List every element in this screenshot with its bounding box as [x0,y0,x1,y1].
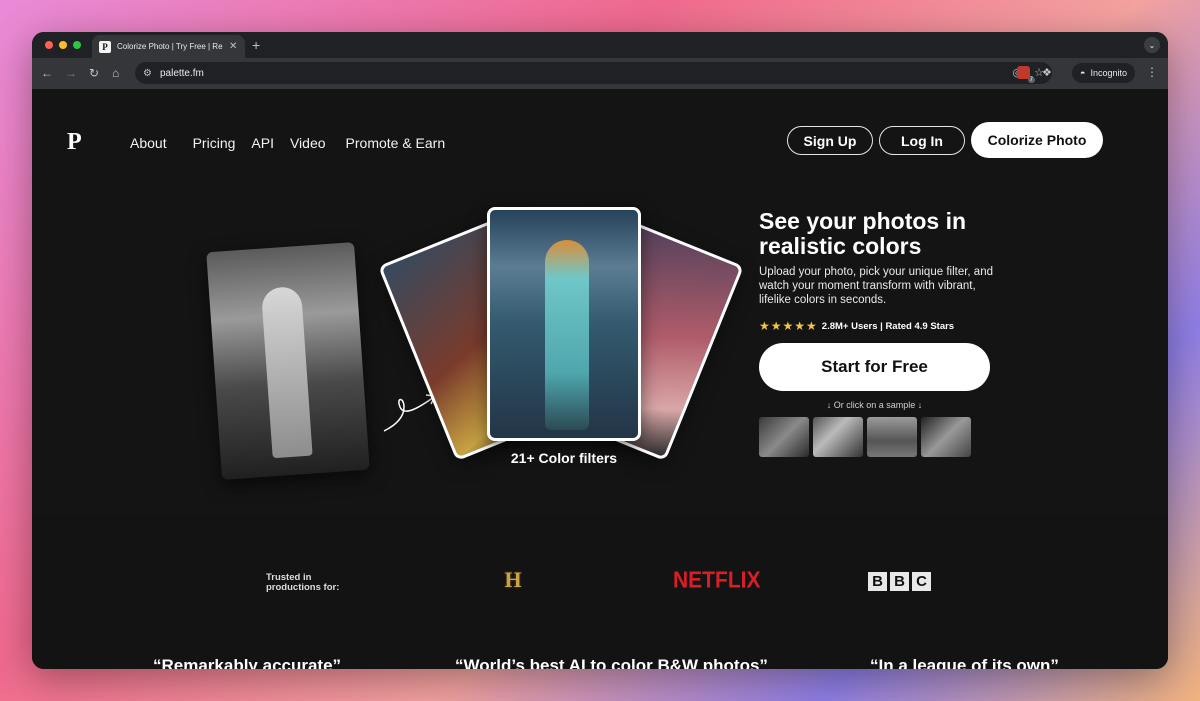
nav-link-pricing[interactable]: Pricing [193,135,236,151]
sample-photo-1[interactable] [759,417,809,457]
photo-subject [260,285,313,459]
hero-subtitle: Upload your photo, pick your unique filt… [759,266,993,306]
trusted-label: Trusted in productions for: [266,572,340,593]
photo-subject [545,240,589,430]
maximize-window-button[interactable] [73,41,81,49]
colorized-photo-card [487,207,641,441]
back-icon[interactable]: ← [41,66,53,80]
nav-link-api[interactable]: API [251,135,274,151]
tab-title: Colorize Photo | Try Free | Re... [117,42,223,51]
incognito-indicator[interactable]: ◓ Incognito [1072,63,1135,83]
history-channel-logo: H [504,567,522,592]
sample-thumbnails [759,417,971,457]
colorize-photo-button[interactable]: Colorize Photo [971,122,1103,158]
bbc-letter: B [890,572,909,591]
bbc-letter: C [912,572,931,591]
hero-section: P About Pricing API Video Promote & Earn… [32,89,1168,515]
black-and-white-photo [206,242,370,480]
sample-photo-2[interactable] [813,417,863,457]
sample-photo-4[interactable] [921,417,971,457]
new-tab-icon[interactable]: + [252,37,260,53]
sign-up-button[interactable]: Sign Up [787,126,873,155]
nav-link-video[interactable]: Video [290,135,326,151]
close-window-button[interactable] [45,41,53,49]
browser-menu-icon[interactable]: ⋮ [1146,65,1158,79]
tab-favicon-icon: P [99,40,111,53]
address-bar[interactable]: ⚙ palette.fm ◎ ☆ [135,62,1052,84]
browser-toolbar: ← → ↻ ⌂ ⚙ palette.fm ◎ ☆ 7 ❖ ◓ Incognito… [32,58,1168,89]
start-for-free-button[interactable]: Start for Free [759,343,990,391]
window-controls [45,41,81,49]
browser-tab[interactable]: P Colorize Photo | Try Free | Re... ✕ [92,35,245,58]
color-filters-label: 21+ Color filters [510,450,618,466]
incognito-label: Incognito [1090,68,1127,78]
site-logo[interactable]: P [67,129,82,156]
home-icon[interactable]: ⌂ [112,66,119,80]
netflix-logo: NETFLIX [673,567,761,594]
minimize-window-button[interactable] [59,41,67,49]
user-rating: ★★★★★ 2.8M+ Users | Rated 4.9 Stars [759,319,954,333]
rating-stars-icon: ★★★★★ [759,319,818,333]
reload-icon[interactable]: ↻ [89,66,99,80]
web-page: P About Pricing API Video Promote & Earn… [32,89,1168,669]
main-nav: About Pricing API Video Promote & Earn [130,135,445,151]
hero-headline: See your photos in realistic colors [759,208,967,259]
sample-photo-3[interactable] [867,417,917,457]
nav-link-promote[interactable]: Promote & Earn [346,135,446,151]
close-tab-icon[interactable]: ✕ [229,41,237,52]
url-text: palette.fm [159,67,204,79]
bbc-letter: B [868,572,887,591]
testimonial-quote-2: “World’s best AI to color B&W photos” [455,656,768,669]
browser-window: P Colorize Photo | Try Free | Re... ✕ + … [32,32,1168,669]
tab-search-chevron-icon[interactable]: ⌄ [1144,37,1160,53]
testimonial-quote-3: “In a league of its own” [870,656,1059,669]
log-in-button[interactable]: Log In [879,126,965,155]
sample-hint: ↓ Or click on a sample ↓ [826,400,923,410]
incognito-icon: ◓ [1080,68,1086,78]
rating-text: 2.8M+ Users | Rated 4.9 Stars [821,320,955,332]
puzzle-extensions-icon[interactable]: ❖ [1042,66,1052,79]
forward-icon[interactable]: → [65,66,77,80]
tab-strip: P Colorize Photo | Try Free | Re... ✕ + … [32,32,1168,58]
testimonial-quote-1: “Remarkably accurate” [153,656,342,669]
extension-badge-count: 7 [1027,77,1035,83]
site-settings-icon[interactable]: ⚙ [143,68,152,79]
bbc-logo: B B C [868,572,931,591]
extensions-area: 7 ❖ [1017,66,1052,83]
nav-link-about[interactable]: About [130,135,167,151]
extension-icon[interactable]: 7 [1017,66,1035,83]
